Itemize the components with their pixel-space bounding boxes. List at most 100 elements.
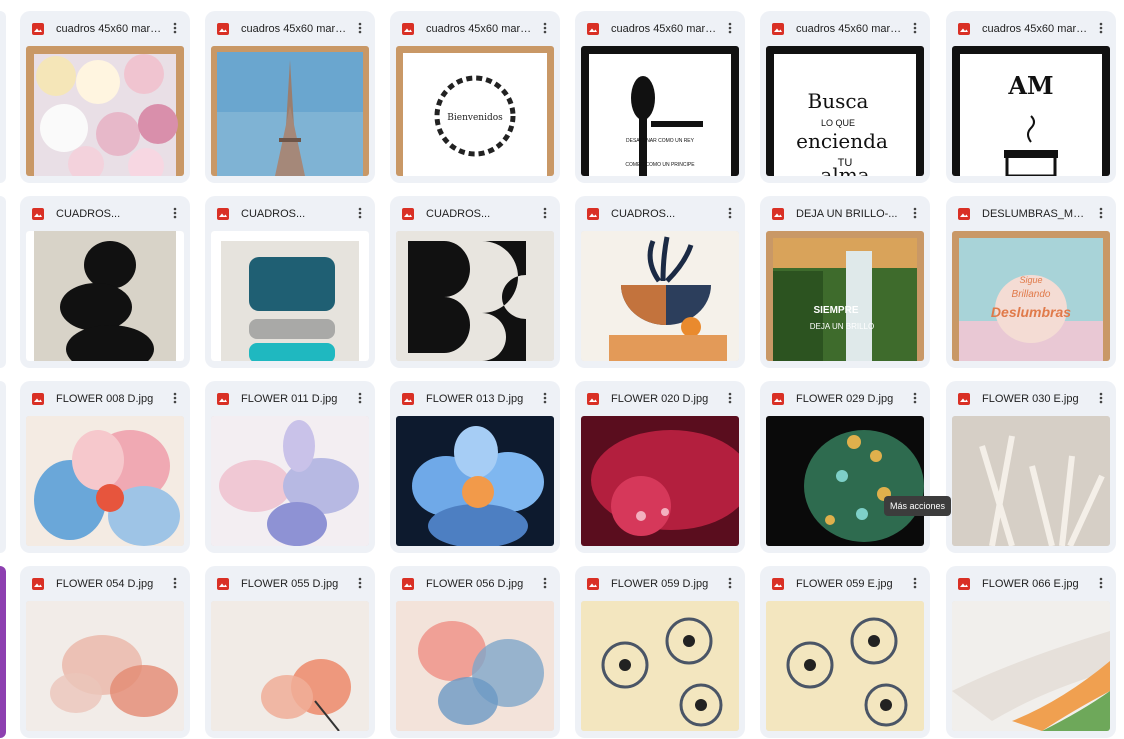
file-card[interactable]: FLOWER 054 D.jpg bbox=[20, 566, 190, 738]
image-file-icon bbox=[217, 393, 229, 405]
file-card[interactable]: FLOWER 059 E.jpg bbox=[760, 566, 930, 738]
image-file-icon bbox=[587, 23, 599, 35]
thumbnail-eiffel bbox=[211, 46, 369, 176]
file-card[interactable]: FLOWER 059 D.jpg bbox=[575, 566, 745, 738]
thumbnail-bowl-plant bbox=[581, 231, 739, 361]
more-actions-icon[interactable] bbox=[534, 202, 556, 224]
thumbnail-flower-056 bbox=[396, 601, 554, 731]
file-name: FLOWER 008 D.jpg bbox=[56, 393, 154, 405]
thumbnail-flower-059-e bbox=[766, 601, 924, 731]
more-actions-icon[interactable] bbox=[1090, 387, 1112, 409]
file-card[interactable]: FLOWER 011 D.jpg bbox=[205, 381, 375, 553]
file-card[interactable]: cuadros 45x60 marc... Busca LO QUE encie… bbox=[760, 11, 930, 183]
more-actions-icon[interactable] bbox=[349, 387, 371, 409]
more-actions-icon[interactable] bbox=[719, 572, 741, 594]
file-name: DESLUMBRAS_Mesa... bbox=[982, 208, 1088, 220]
thumbnail-blocks bbox=[211, 231, 369, 361]
thumbnail-flower-055 bbox=[211, 601, 369, 731]
more-actions-icon[interactable] bbox=[904, 17, 926, 39]
more-actions-icon[interactable] bbox=[904, 387, 926, 409]
file-card[interactable]: CUADROS... bbox=[20, 196, 190, 368]
more-actions-icon[interactable] bbox=[719, 17, 741, 39]
more-actions-icon[interactable] bbox=[164, 387, 186, 409]
more-actions-icon[interactable] bbox=[534, 387, 556, 409]
more-actions-icon[interactable] bbox=[534, 572, 556, 594]
more-actions-icon[interactable] bbox=[349, 17, 371, 39]
file-card[interactable]: FLOWER 066 E.jpg bbox=[946, 566, 1116, 738]
file-name: FLOWER 029 D.jpg bbox=[796, 393, 894, 405]
file-card[interactable]: cuadros 45x60 marc... Bienvenidos bbox=[390, 11, 560, 183]
svg-text:Deslumbras: Deslumbras bbox=[991, 304, 1071, 320]
svg-text:COMER COMO UN PRINCIPE: COMER COMO UN PRINCIPE bbox=[625, 162, 695, 168]
thumbnail-black-shapes bbox=[396, 231, 554, 361]
file-name: FLOWER 030 E.jpg bbox=[982, 393, 1079, 405]
file-card[interactable]: cuadros 45x60 marc... DESAYUNAR COMO UN … bbox=[575, 11, 745, 183]
partial-card[interactable] bbox=[0, 196, 6, 368]
file-name: FLOWER 056 D.jpg bbox=[426, 578, 524, 590]
file-card[interactable]: cuadros 45x60 marc... AM bbox=[946, 11, 1116, 183]
thumbnail-flower-020 bbox=[581, 416, 739, 546]
partial-card[interactable] bbox=[0, 566, 6, 738]
more-actions-icon[interactable] bbox=[1090, 17, 1112, 39]
image-file-icon bbox=[217, 208, 229, 220]
file-card[interactable]: cuadros 45x60 marc... bbox=[205, 11, 375, 183]
image-file-icon bbox=[958, 208, 970, 220]
thumbnail-flower-008 bbox=[26, 416, 184, 546]
image-file-icon bbox=[772, 578, 784, 590]
image-file-icon bbox=[217, 578, 229, 590]
file-name: DEJA UN BRILLO-... bbox=[796, 208, 898, 220]
image-file-icon bbox=[32, 208, 44, 220]
file-card[interactable]: FLOWER 055 D.jpg bbox=[205, 566, 375, 738]
more-actions-icon[interactable] bbox=[904, 202, 926, 224]
more-actions-icon[interactable] bbox=[349, 572, 371, 594]
file-name: cuadros 45x60 marc... bbox=[56, 23, 162, 35]
thumbnail-am-coffee: AM bbox=[952, 46, 1110, 176]
file-card[interactable]: DESLUMBRAS_Mesa... Sigue Brillando Deslu… bbox=[946, 196, 1116, 368]
more-actions-icon[interactable] bbox=[719, 202, 741, 224]
file-name: cuadros 45x60 marc... bbox=[241, 23, 347, 35]
more-actions-icon[interactable] bbox=[164, 202, 186, 224]
more-actions-icon[interactable] bbox=[1090, 202, 1112, 224]
file-card[interactable]: FLOWER 020 D.jpg bbox=[575, 381, 745, 553]
file-name: CUADROS... bbox=[426, 208, 491, 220]
thumbnail-bienvenidos: Bienvenidos bbox=[396, 46, 554, 176]
file-card[interactable]: DEJA UN BRILLO-... SIEMPRE DEJA UN BRILL… bbox=[760, 196, 930, 368]
file-name: CUADROS... bbox=[241, 208, 306, 220]
more-actions-icon[interactable] bbox=[534, 17, 556, 39]
file-name: FLOWER 066 E.jpg bbox=[982, 578, 1079, 590]
thumbnail-abstract-stones bbox=[26, 231, 184, 361]
file-name: cuadros 45x60 marc... bbox=[796, 23, 902, 35]
file-card[interactable]: FLOWER 030 E.jpg bbox=[946, 381, 1116, 553]
more-actions-icon[interactable] bbox=[1090, 572, 1112, 594]
more-actions-icon[interactable] bbox=[904, 572, 926, 594]
more-actions-icon[interactable] bbox=[719, 387, 741, 409]
image-file-icon bbox=[587, 208, 599, 220]
image-file-icon bbox=[32, 578, 44, 590]
file-name: FLOWER 059 E.jpg bbox=[796, 578, 893, 590]
file-name: FLOWER 055 D.jpg bbox=[241, 578, 339, 590]
file-card[interactable]: cuadros 45x60 marc... bbox=[20, 11, 190, 183]
partial-card[interactable] bbox=[0, 381, 6, 553]
file-card[interactable]: FLOWER 029 D.jpg bbox=[760, 381, 930, 553]
thumbnail-flower-059-d bbox=[581, 601, 739, 731]
file-name: FLOWER 054 D.jpg bbox=[56, 578, 154, 590]
image-file-icon bbox=[958, 578, 970, 590]
image-file-icon bbox=[587, 393, 599, 405]
more-actions-tooltip: Más acciones bbox=[884, 496, 952, 516]
image-file-icon bbox=[772, 208, 784, 220]
more-actions-icon[interactable] bbox=[349, 202, 371, 224]
file-name: cuadros 45x60 marc... bbox=[611, 23, 717, 35]
partial-card[interactable] bbox=[0, 11, 6, 183]
file-card[interactable]: CUADROS... bbox=[205, 196, 375, 368]
svg-text:encienda: encienda bbox=[796, 129, 888, 153]
thumbnail-flower-030 bbox=[952, 416, 1110, 546]
svg-text:Busca: Busca bbox=[808, 89, 869, 113]
more-actions-icon[interactable] bbox=[164, 572, 186, 594]
file-card[interactable]: FLOWER 013 D.jpg bbox=[390, 381, 560, 553]
more-actions-icon[interactable] bbox=[164, 17, 186, 39]
file-card[interactable]: CUADROS... bbox=[575, 196, 745, 368]
svg-text:Sigue: Sigue bbox=[1019, 275, 1042, 285]
file-card[interactable]: FLOWER 056 D.jpg bbox=[390, 566, 560, 738]
file-card[interactable]: FLOWER 008 D.jpg bbox=[20, 381, 190, 553]
file-card[interactable]: CUADROS... bbox=[390, 196, 560, 368]
